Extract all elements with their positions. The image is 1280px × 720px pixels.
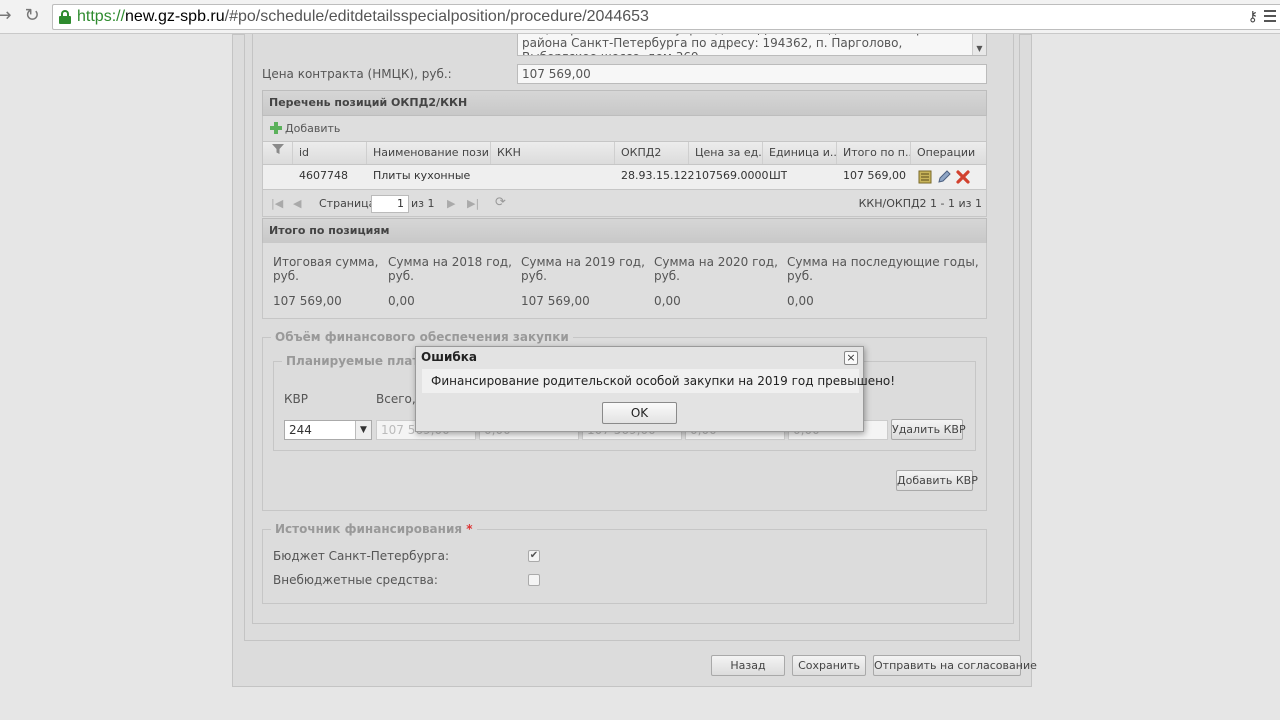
prev-page-icon[interactable]: ◀: [293, 197, 301, 210]
extrabudget-checkbox[interactable]: [528, 574, 540, 586]
refresh-icon[interactable]: ⟳: [495, 195, 506, 210]
error-dialog: Ошибка × Финансирование родительской осо…: [415, 346, 895, 432]
back-button[interactable]: Назад: [711, 655, 785, 676]
add-position-button[interactable]: Добавить: [269, 121, 340, 135]
first-page-icon[interactable]: |◀: [271, 197, 283, 210]
dialog-message: Финансирование родительской особой закуп…: [422, 369, 895, 393]
source-fieldset: Источник финансирования *: [262, 522, 987, 604]
dialog-title: Ошибка: [421, 350, 477, 364]
cell-unit: ШТ: [769, 169, 788, 182]
total-label: Итоговая сумма, руб.: [273, 255, 379, 283]
plus-icon: [269, 121, 283, 135]
address-textarea[interactable]: общеобразовательного учреждения Детский …: [517, 34, 987, 56]
send-approval-button[interactable]: Отправить на согласование: [873, 655, 1037, 676]
key-icon[interactable]: ⚷: [1248, 9, 1258, 25]
cell-id: 4607748: [299, 169, 348, 182]
source-legend: Источник финансирования *: [271, 522, 477, 536]
ok-button[interactable]: OK: [602, 402, 677, 424]
last-page-icon[interactable]: ▶|: [467, 197, 479, 210]
table-row[interactable]: 4607748 Плиты кухонные 28.93.15.122 1075…: [262, 165, 987, 189]
cell-total: 107 569,00: [843, 169, 906, 182]
lock-icon: [59, 10, 71, 24]
col-price[interactable]: Цена за ед...: [689, 142, 763, 164]
col-total[interactable]: Итого по п...: [837, 142, 911, 164]
kvr-select[interactable]: 244 ▼: [284, 420, 372, 440]
cell-okpd2: 28.93.15.122: [621, 169, 695, 182]
menu-icon[interactable]: [1264, 10, 1276, 24]
positions-grid-header: id Наименование пози... ККН ОКПД2 Цена з…: [262, 142, 987, 165]
col-operations: Операции: [917, 146, 976, 159]
col-kkn[interactable]: ККН: [491, 142, 615, 164]
page-input[interactable]: 1: [371, 195, 409, 213]
sum-2019-label: Сумма на 2019 год, руб.: [521, 255, 645, 283]
cell-name: Плиты кухонные: [373, 169, 471, 182]
scroll-down-icon[interactable]: ▼: [972, 34, 986, 55]
forward-icon[interactable]: →: [0, 6, 14, 26]
pager-summary: ККН/ОКПД2 1 - 1 из 1: [858, 197, 982, 210]
browser-toolbar: → ↻ https://new.gz-spb.ru/#po/schedule/e…: [0, 0, 1280, 34]
budget-label: Бюджет Санкт-Петербурга:: [273, 549, 449, 563]
total-value: 107 569,00: [273, 294, 342, 308]
filter-icon[interactable]: [263, 142, 293, 164]
delete-kvr-button[interactable]: Удалить КВР: [891, 419, 966, 440]
next-page-icon[interactable]: ▶: [447, 197, 455, 210]
budget-checkbox[interactable]: ✔: [528, 550, 540, 562]
checkmark-icon: ✔: [529, 550, 539, 561]
cell-price: 107569.0000: [695, 169, 769, 182]
positions-pager: |◀ ◀ Страница 1 из 1 ▶ ▶| ⟳ ККН/ОКПД2 1 …: [262, 189, 987, 217]
positions-toolbar: Добавить: [262, 116, 987, 142]
save-button[interactable]: Сохранить: [792, 655, 866, 676]
finance-legend: Объём финансового обеспечения закупки: [271, 330, 573, 344]
total-column-label: Всего,: [376, 392, 416, 406]
page-of-label: из 1: [411, 197, 435, 210]
delete-icon[interactable]: [955, 169, 971, 185]
reload-icon[interactable]: ↻: [22, 6, 42, 26]
totals-header: Итого по позициям: [262, 218, 987, 244]
totals-panel: Итоговая сумма, руб. 107 569,00 Сумма на …: [262, 243, 987, 319]
kvr-label: КВР: [284, 392, 308, 406]
cell-kkn: [491, 165, 497, 189]
url-text: https://new.gz-spb.ru/#po/schedule/editd…: [77, 8, 649, 25]
chevron-down-icon[interactable]: ▼: [355, 421, 371, 439]
col-unit[interactable]: Единица и...: [763, 142, 837, 164]
col-name[interactable]: Наименование пози...: [367, 142, 491, 164]
details-icon[interactable]: [917, 169, 933, 185]
sum-2019-value: 107 569,00: [521, 294, 590, 308]
sum-later-value: 0,00: [787, 294, 814, 308]
close-icon[interactable]: ×: [844, 351, 858, 365]
address-text: общеобразовательного учреждения Детский …: [522, 34, 965, 55]
address-bar[interactable]: https://new.gz-spb.ru/#po/schedule/editd…: [52, 4, 1280, 30]
col-id[interactable]: id: [293, 142, 367, 164]
sum-2020-value: 0,00: [654, 294, 681, 308]
price-label: Цена контракта (НМЦК), руб.:: [262, 67, 452, 81]
col-okpd2[interactable]: ОКПД2: [615, 142, 689, 164]
sum-2018-label: Сумма на 2018 год, руб.: [388, 255, 512, 283]
sum-later-label: Сумма на последующие годы, руб.: [787, 255, 979, 283]
page-label: Страница: [319, 197, 376, 210]
sum-2018-value: 0,00: [388, 294, 415, 308]
price-field[interactable]: 107 569,00: [517, 64, 987, 84]
sum-2020-label: Сумма на 2020 год, руб.: [654, 255, 778, 283]
add-kvr-button[interactable]: Добавить КВР: [896, 470, 978, 491]
positions-header: Перечень позиций ОКПД2/ККН: [262, 90, 987, 116]
extrabudget-label: Внебюджетные средства:: [273, 573, 438, 587]
edit-icon[interactable]: [936, 169, 952, 185]
